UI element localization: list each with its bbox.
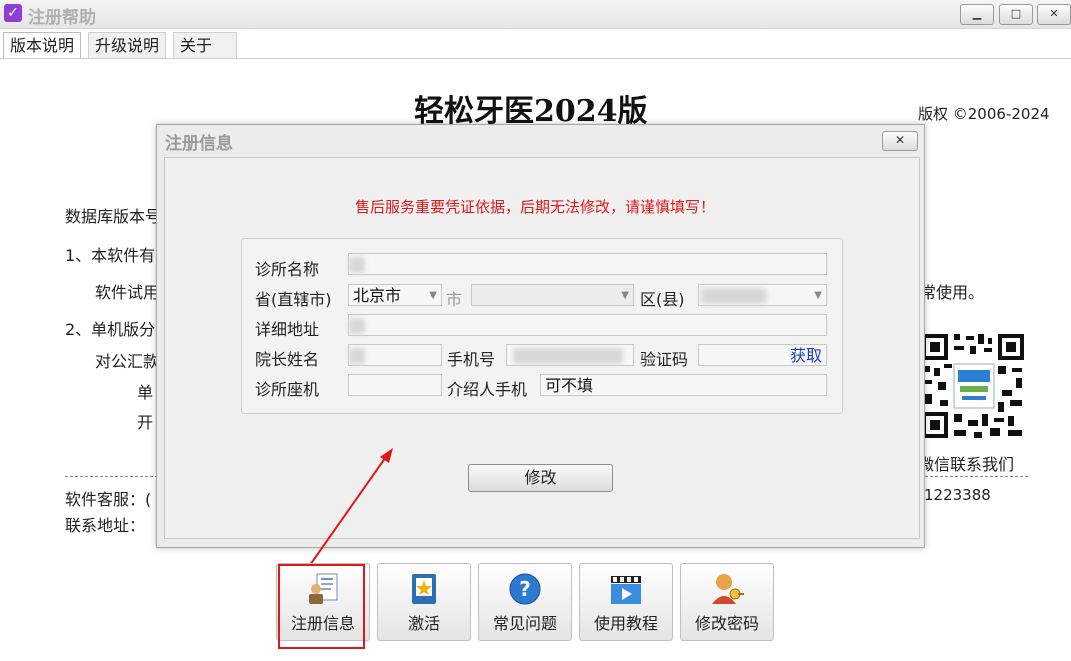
activate-button[interactable]: 激活 xyxy=(377,563,471,641)
district-select[interactable]: ▼ xyxy=(698,284,827,306)
app-check-icon: ✓ xyxy=(4,4,22,22)
single-text: 单 xyxy=(137,383,154,402)
clinic-name-input[interactable] xyxy=(348,253,827,275)
tutorial-label: 使用教程 xyxy=(593,614,658,633)
minimize-button[interactable]: ▁ xyxy=(960,4,994,25)
item1-text: 1、本软件有 xyxy=(65,246,156,265)
normal-use-text: 常使用。 xyxy=(920,283,985,302)
dialog-close-button[interactable]: ✕ xyxy=(882,131,918,151)
tab-divider xyxy=(0,58,1071,59)
chevron-down-icon: ▼ xyxy=(429,290,437,301)
activate-label: 激活 xyxy=(407,614,440,633)
landline-input[interactable] xyxy=(348,374,442,396)
support-text: 软件客服：( xyxy=(65,490,152,509)
referrer-label: 介绍人手机 xyxy=(447,380,528,399)
district-label: 区(县) xyxy=(640,290,685,309)
chevron-down-icon: ▼ xyxy=(621,290,629,301)
tutorial-icon xyxy=(611,576,641,604)
dialog-title: 注册信息 xyxy=(165,134,233,154)
province-label: 省(直辖市) xyxy=(255,290,332,309)
warning-text: 售后服务重要凭证依据，后期无法修改，请谨慎填写！ xyxy=(355,198,716,216)
landline-label: 诊所座机 xyxy=(255,380,320,399)
address-input[interactable] xyxy=(348,314,827,336)
director-name-input[interactable] xyxy=(348,344,442,366)
tab-about[interactable]: 关于 xyxy=(173,32,237,59)
window-title: 注册帮助 xyxy=(28,8,96,28)
change-password-label: 修改密码 xyxy=(694,614,759,633)
province-select[interactable]: 北京市 ▼ xyxy=(348,284,442,306)
annotation-arrow xyxy=(309,448,393,566)
dialog-body: 售后服务重要凭证依据，后期无法修改，请谨慎填写！ 诊所名称 省(直辖市) 北京市… xyxy=(164,157,920,539)
highlight-box xyxy=(278,564,365,649)
trial-text: 软件试用 xyxy=(95,283,160,302)
tab-version-notes[interactable]: 版本说明 xyxy=(3,32,82,59)
db-version-text: 数据库版本号 xyxy=(65,207,162,226)
form-group: 诊所名称 省(直辖市) 北京市 ▼ 市 ▼ 区(县) ▼ 详细地址 院长姓名 手… xyxy=(241,238,843,414)
phone-tail-text: 1223388 xyxy=(924,486,991,504)
province-value: 北京市 xyxy=(353,286,402,305)
faq-icon: ? xyxy=(509,573,541,605)
wechat-qr-code xyxy=(918,330,1028,442)
public-transfer-text: 对公汇款 xyxy=(95,352,160,371)
chevron-down-icon: ▼ xyxy=(814,290,822,301)
get-code-link[interactable]: 获取 xyxy=(790,346,822,365)
mobile-input[interactable] xyxy=(506,344,634,366)
wechat-contact-text: 微信联系我们 xyxy=(918,455,1015,474)
faq-button[interactable]: ? 常见问题 xyxy=(478,563,572,641)
activate-icon xyxy=(412,574,436,604)
item2-text: 2、单机版分 xyxy=(65,320,156,339)
referrer-input[interactable]: 可不填 xyxy=(540,374,827,396)
city-label: 市 xyxy=(446,290,463,309)
faq-label: 常见问题 xyxy=(492,614,557,633)
change-password-icon xyxy=(712,574,744,604)
open-text: 开 xyxy=(137,413,154,432)
register-info-dialog: 注册信息 ✕ 售后服务重要凭证依据，后期无法修改，请谨慎填写！ 诊所名称 省(直… xyxy=(156,124,925,548)
tutorial-button[interactable]: 使用教程 xyxy=(579,563,673,641)
address-label: 详细地址 xyxy=(255,320,320,339)
mobile-label: 手机号 xyxy=(447,350,496,369)
title-bar xyxy=(0,0,1071,29)
svg-text:?: ? xyxy=(519,577,531,601)
clinic-name-label: 诊所名称 xyxy=(255,260,320,279)
close-button[interactable]: ✕ xyxy=(1037,4,1071,25)
address-text: 联系地址： xyxy=(65,516,146,535)
city-select[interactable]: ▼ xyxy=(471,284,634,306)
copyright-text: 版权 ©2006-2024 xyxy=(918,105,1050,123)
tab-upgrade-notes[interactable]: 升级说明 xyxy=(88,32,167,59)
maximize-button[interactable]: □ xyxy=(999,4,1033,25)
verify-code-label: 验证码 xyxy=(640,350,689,369)
change-password-button[interactable]: 修改密码 xyxy=(680,563,774,641)
modify-button[interactable]: 修改 xyxy=(468,464,613,492)
verify-code-input[interactable]: 获取 xyxy=(698,344,827,366)
director-name-label: 院长姓名 xyxy=(255,350,320,369)
